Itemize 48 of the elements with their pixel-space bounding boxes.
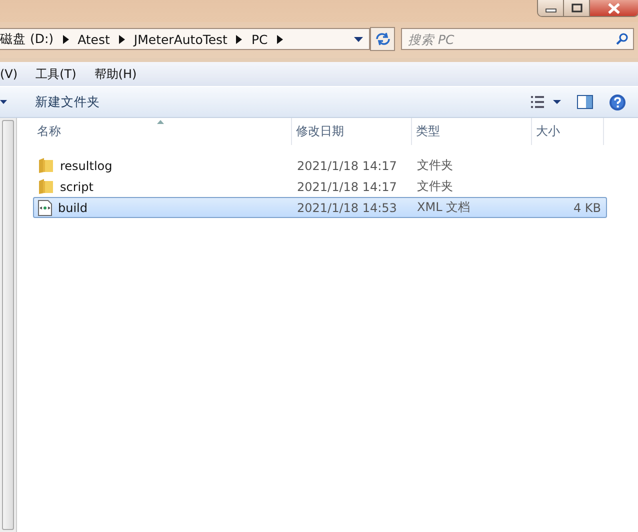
address-bar[interactable]: 磁盘 (D:) Atest JMeterAutoTest PC xyxy=(0,28,370,50)
file-name: build xyxy=(58,200,88,214)
column-header[interactable]: 修改日期 xyxy=(292,118,412,145)
view-list-icon[interactable] xyxy=(531,96,561,108)
file-type: XML 文档 xyxy=(416,199,472,216)
file-type: 文件夹 xyxy=(416,178,454,195)
preview-pane-icon[interactable] xyxy=(577,95,593,109)
modified-date: 2021/1/18 14:17 xyxy=(296,158,398,172)
breadcrumb[interactable]: PC xyxy=(251,32,268,46)
modified-date: 2021/1/18 14:17 xyxy=(296,180,398,194)
file-row[interactable]: resultlog 2021/1/18 14:17 文件夹 xyxy=(33,155,607,176)
breadcrumb[interactable]: 磁盘 (D:) xyxy=(0,30,54,48)
chevron-icon[interactable] xyxy=(118,34,125,44)
search-icon[interactable] xyxy=(616,33,628,45)
scrollbar[interactable] xyxy=(0,118,17,532)
chevron-icon[interactable] xyxy=(62,34,69,44)
menu-item[interactable]: (V) xyxy=(0,67,18,81)
new-folder-button[interactable]: 新建文件夹 xyxy=(31,90,104,114)
sort-icon xyxy=(157,120,164,124)
chevron-icon[interactable] xyxy=(276,34,283,44)
breadcrumb[interactable]: Atest xyxy=(78,32,110,46)
maximize-button[interactable] xyxy=(564,0,590,16)
refresh-button[interactable] xyxy=(370,27,395,51)
close-button[interactable] xyxy=(590,0,638,16)
file-name: script xyxy=(60,180,94,194)
help-icon[interactable] xyxy=(609,94,626,110)
menu-item[interactable]: 帮助(H) xyxy=(94,66,137,82)
close-icon xyxy=(607,2,621,14)
minimize-button[interactable] xyxy=(538,0,564,16)
file-size: 4 KB xyxy=(573,200,601,214)
column-header[interactable]: 大小 xyxy=(532,118,604,145)
file-row[interactable]: build 2021/1/18 14:53 XML 文档 4 KB xyxy=(33,197,607,218)
folder-icon xyxy=(38,179,54,194)
modified-date: 2021/1/18 14:53 xyxy=(296,200,398,214)
search-field[interactable]: 搜索 PC xyxy=(401,28,634,50)
chevron-icon[interactable] xyxy=(236,34,242,44)
column-header[interactable]: 类型 xyxy=(412,118,532,145)
maximize-icon xyxy=(570,3,582,13)
refresh-icon xyxy=(374,32,390,46)
dropdown-icon[interactable] xyxy=(0,100,7,104)
dropdown-icon[interactable] xyxy=(354,36,363,42)
menu-item[interactable]: 工具(T) xyxy=(36,66,76,82)
file-name: resultlog xyxy=(60,158,112,172)
breadcrumb[interactable]: JMeterAutoTest xyxy=(134,32,228,46)
document-icon xyxy=(38,200,52,216)
file-row[interactable]: script 2021/1/18 14:17 文件夹 xyxy=(33,176,607,197)
file-type: 文件夹 xyxy=(416,157,454,174)
folder-icon xyxy=(38,158,54,173)
